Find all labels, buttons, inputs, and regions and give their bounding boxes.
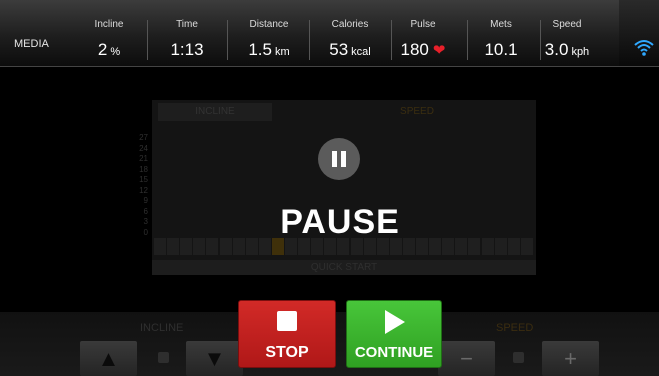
profile-bar [507, 238, 520, 255]
y-tick: 9 [143, 196, 148, 205]
play-icon [385, 310, 405, 334]
metric-unit: kcal [351, 46, 371, 58]
metric-label: Distance [249, 19, 289, 30]
metric-label: Speed [552, 19, 582, 30]
profile-bar [206, 238, 219, 255]
divider [227, 20, 228, 60]
metric-speed: Speed 3.0 kph [530, 0, 604, 66]
metric-unit: % [110, 46, 121, 58]
metric-calories: Calories 53 kcal [313, 0, 387, 66]
y-tick: 18 [139, 164, 148, 174]
triangle-down-icon: ▼ [203, 346, 226, 371]
metric-label: Time [176, 19, 198, 30]
continue-button[interactable]: CONTINUE [346, 300, 442, 368]
speed-down-button[interactable]: − [438, 341, 495, 376]
metric-mets: Mets 10.1 [464, 0, 538, 66]
chart-tabs: INCLINE SPEED [152, 100, 536, 122]
y-tick: 21 [139, 154, 148, 163]
metric-time: Time 1:13 [150, 0, 224, 66]
tab-speed[interactable]: SPEED [382, 103, 452, 121]
metric-label: Mets [490, 19, 512, 30]
y-tick: 27 [139, 133, 148, 142]
profile-bar [520, 238, 533, 255]
tab-incline[interactable]: INCLINE [158, 103, 272, 121]
stop-label: STOP [265, 344, 309, 361]
metric-label: Pulse [410, 19, 436, 30]
continue-label: CONTINUE [354, 344, 434, 361]
workout-profile-chart: INCLINE SPEED 27 24 21 18 15 12 9 6 3 0 QUICK STA… [139, 100, 536, 275]
y-tick: 6 [143, 206, 148, 216]
speed-indicator [513, 352, 524, 363]
y-tick: 15 [139, 175, 148, 184]
speed-control-label: SPEED [496, 322, 534, 334]
heart-icon: ❤ [432, 42, 446, 59]
metric-distance: Distance 1.5 km [232, 0, 306, 66]
metric-value: 1:13 [170, 40, 204, 59]
divider [309, 20, 310, 60]
stop-button[interactable]: STOP [238, 300, 336, 368]
metric-unit: kph [571, 46, 590, 58]
incline-control-label: INCLINE [140, 322, 184, 334]
metric-unit: km [274, 46, 290, 58]
incline-down-button[interactable]: ▼ [186, 341, 243, 376]
profile-bar [494, 238, 507, 255]
metric-value: 2 [97, 40, 108, 59]
profile-bar [481, 238, 494, 255]
metric-label: Calories [331, 19, 369, 30]
divider [147, 20, 148, 60]
media-button[interactable]: MEDIA [14, 38, 49, 50]
y-tick: 24 [139, 143, 148, 153]
y-axis-ticks: 27 24 21 18 15 12 9 6 3 0 [132, 133, 148, 238]
incline-up-button[interactable]: ▲ [80, 341, 137, 376]
y-tick: 0 [143, 227, 148, 237]
profile-bar [193, 238, 206, 255]
metric-value: 180 [400, 40, 429, 59]
wifi-icon[interactable] [633, 38, 655, 58]
stop-icon [277, 311, 297, 331]
profile-bar [180, 238, 193, 255]
metric-pulse: Pulse 180 ❤ [386, 0, 460, 66]
pause-title: PAUSE [280, 203, 400, 241]
speed-up-button[interactable]: + [542, 341, 599, 376]
metric-value: 10.1 [484, 40, 518, 59]
pause-icon [318, 138, 360, 180]
minus-icon: − [460, 346, 473, 371]
metric-incline: Incline 2% [72, 0, 146, 66]
profile-bar [167, 238, 180, 255]
metric-value: 3.0 [544, 40, 569, 59]
profile-bar [154, 238, 166, 255]
y-tick: 3 [143, 217, 148, 226]
metric-value: 53 [329, 40, 349, 59]
plus-icon: + [564, 346, 577, 371]
triangle-up-icon: ▲ [97, 346, 120, 371]
metric-label: Incline [94, 19, 124, 30]
y-tick: 12 [139, 185, 148, 195]
profile-bar [468, 238, 481, 255]
metric-value: 1.5 [248, 40, 272, 59]
incline-indicator [158, 352, 169, 363]
program-name: QUICK START [152, 260, 536, 275]
